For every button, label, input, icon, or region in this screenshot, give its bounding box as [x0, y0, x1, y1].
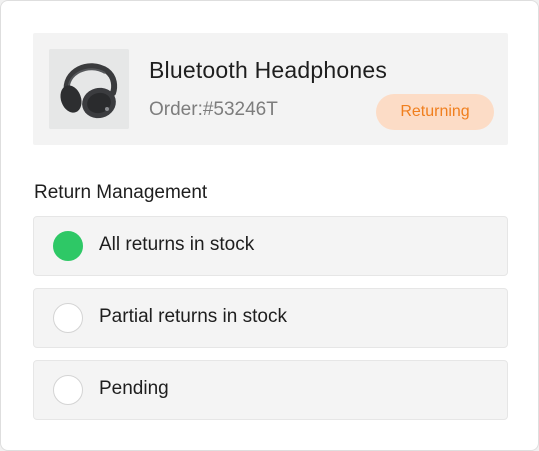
- headphones-icon: [49, 49, 129, 129]
- radio-unchecked-icon[interactable]: [53, 375, 83, 405]
- option-partial-returns-in-stock[interactable]: Partial returns in stock: [33, 288, 508, 348]
- product-name: Bluetooth Headphones: [149, 57, 388, 83]
- option-all-returns-in-stock[interactable]: All returns in stock: [33, 216, 508, 276]
- option-pending[interactable]: Pending: [33, 360, 508, 420]
- product-summary: Bluetooth Headphones Order:#53246T Retur…: [33, 33, 508, 145]
- radio-checked-icon[interactable]: [53, 231, 83, 261]
- option-label: Partial returns in stock: [99, 306, 287, 327]
- radio-unchecked-icon[interactable]: [53, 303, 83, 333]
- return-card: Bluetooth Headphones Order:#53246T Retur…: [0, 0, 539, 451]
- option-label: All returns in stock: [99, 234, 255, 255]
- product-image: [49, 49, 129, 129]
- status-badge: Returning: [376, 94, 494, 130]
- option-label: Pending: [99, 378, 169, 399]
- section-title: Return Management: [34, 182, 208, 203]
- order-id: Order:#53246T: [149, 99, 278, 120]
